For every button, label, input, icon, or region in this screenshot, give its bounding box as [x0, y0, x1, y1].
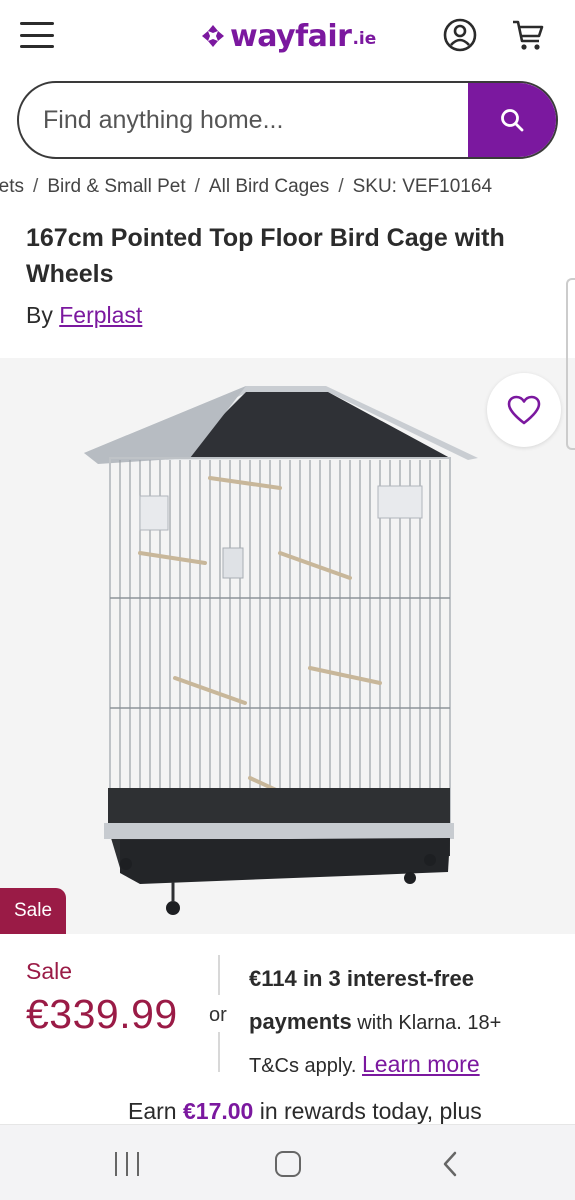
brand-link[interactable]: Ferplast	[59, 302, 142, 328]
logo-tld: .ie	[352, 29, 377, 49]
klarna-headline-1: €114 in 3 interest-free	[249, 966, 475, 991]
breadcrumb-item-bird-small-pet[interactable]: Bird & Small Pet	[47, 176, 185, 197]
rewards-prefix: Earn	[128, 1098, 177, 1124]
rewards-text: Earn €17.00 in rewards today, plus	[128, 1098, 482, 1125]
price-divider-bottom	[218, 1032, 220, 1072]
favorite-button[interactable]	[487, 373, 561, 447]
breadcrumb-item-all-bird-cages[interactable]: All Bird Cages	[209, 176, 329, 197]
klarna-financing: €114 in 3 interest-free payments with Kl…	[249, 958, 559, 1087]
price-divider-top	[218, 955, 220, 995]
search-icon	[501, 109, 524, 132]
sale-price: €339.99	[26, 991, 178, 1037]
or-label: or	[209, 1004, 227, 1026]
rewards-amount: €17.00	[182, 1098, 254, 1124]
breadcrumb-sku: SKU: VEF10164	[352, 176, 493, 197]
rewards-suffix: in rewards today, plus	[259, 1098, 482, 1124]
search-input[interactable]	[19, 83, 468, 157]
wayfair-logo[interactable]: wayfair .ie	[200, 14, 376, 58]
klarna-headline-2: payments	[249, 1009, 352, 1034]
heart-icon	[507, 395, 541, 425]
logo-text: wayfair	[230, 18, 352, 54]
product-image-gallery[interactable]	[0, 358, 575, 934]
hamburger-menu-icon[interactable]	[20, 22, 54, 48]
account-icon[interactable]	[443, 18, 477, 52]
recent-apps-icon[interactable]	[115, 1152, 139, 1176]
klarna-text-1: with Klarna. 18+	[357, 1012, 502, 1034]
klarna-text-2: T&Cs apply.	[249, 1055, 357, 1077]
search-button[interactable]	[468, 83, 556, 157]
price-block: Sale €339.99	[26, 958, 178, 1038]
sale-label: Sale	[26, 958, 73, 984]
by-label: By	[26, 302, 53, 328]
back-icon[interactable]	[440, 1151, 460, 1177]
home-icon[interactable]	[275, 1151, 301, 1177]
sale-badge: Sale	[0, 888, 66, 934]
logo-pinwheel-icon	[202, 25, 224, 47]
breadcrumb-item-pets[interactable]: Pets	[0, 176, 24, 197]
breadcrumb-separator: /	[338, 176, 344, 197]
breadcrumb: Pets / Bird & Small Pet / All Bird Cages / SKU…	[0, 176, 575, 202]
product-title: 167cm Pointed Top Floor Bird Cage with W…	[26, 224, 505, 288]
product-image[interactable]	[80, 378, 490, 923]
breadcrumb-separator: /	[194, 176, 200, 197]
search-bar	[17, 81, 558, 159]
product-byline: By Ferplast	[26, 302, 142, 329]
learn-more-link[interactable]: Learn more	[362, 1051, 480, 1077]
breadcrumb-separator: /	[33, 176, 39, 197]
top-header: wayfair .ie	[0, 0, 575, 72]
scroll-indicator	[566, 278, 575, 450]
cart-icon[interactable]	[510, 17, 546, 53]
system-navigation-bar	[0, 1124, 575, 1200]
